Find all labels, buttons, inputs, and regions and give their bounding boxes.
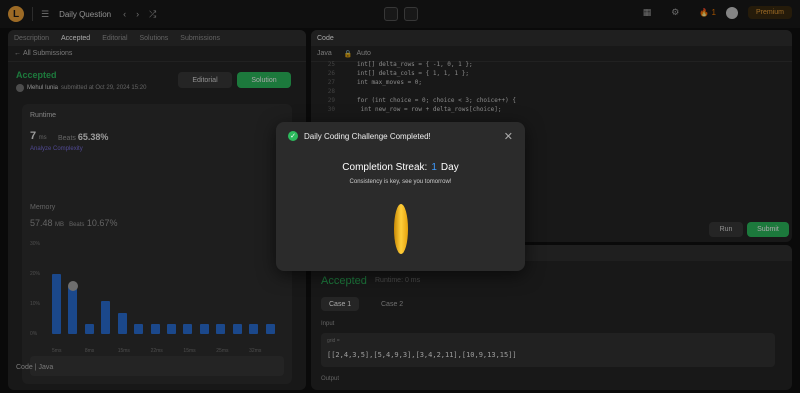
daily-challenge-modal: ✓ Daily Coding Challenge Completed! ✕ Co… — [276, 122, 525, 271]
completion-streak: Completion Streak: 1 Day — [342, 162, 459, 173]
modal-subtitle: Consistency is key, see you tomorrow! — [349, 179, 452, 185]
close-icon[interactable]: ✕ — [504, 130, 513, 143]
modal-title: Daily Coding Challenge Completed! — [304, 132, 431, 141]
coin-icon — [394, 204, 408, 254]
check-circle-icon: ✓ — [288, 131, 298, 141]
